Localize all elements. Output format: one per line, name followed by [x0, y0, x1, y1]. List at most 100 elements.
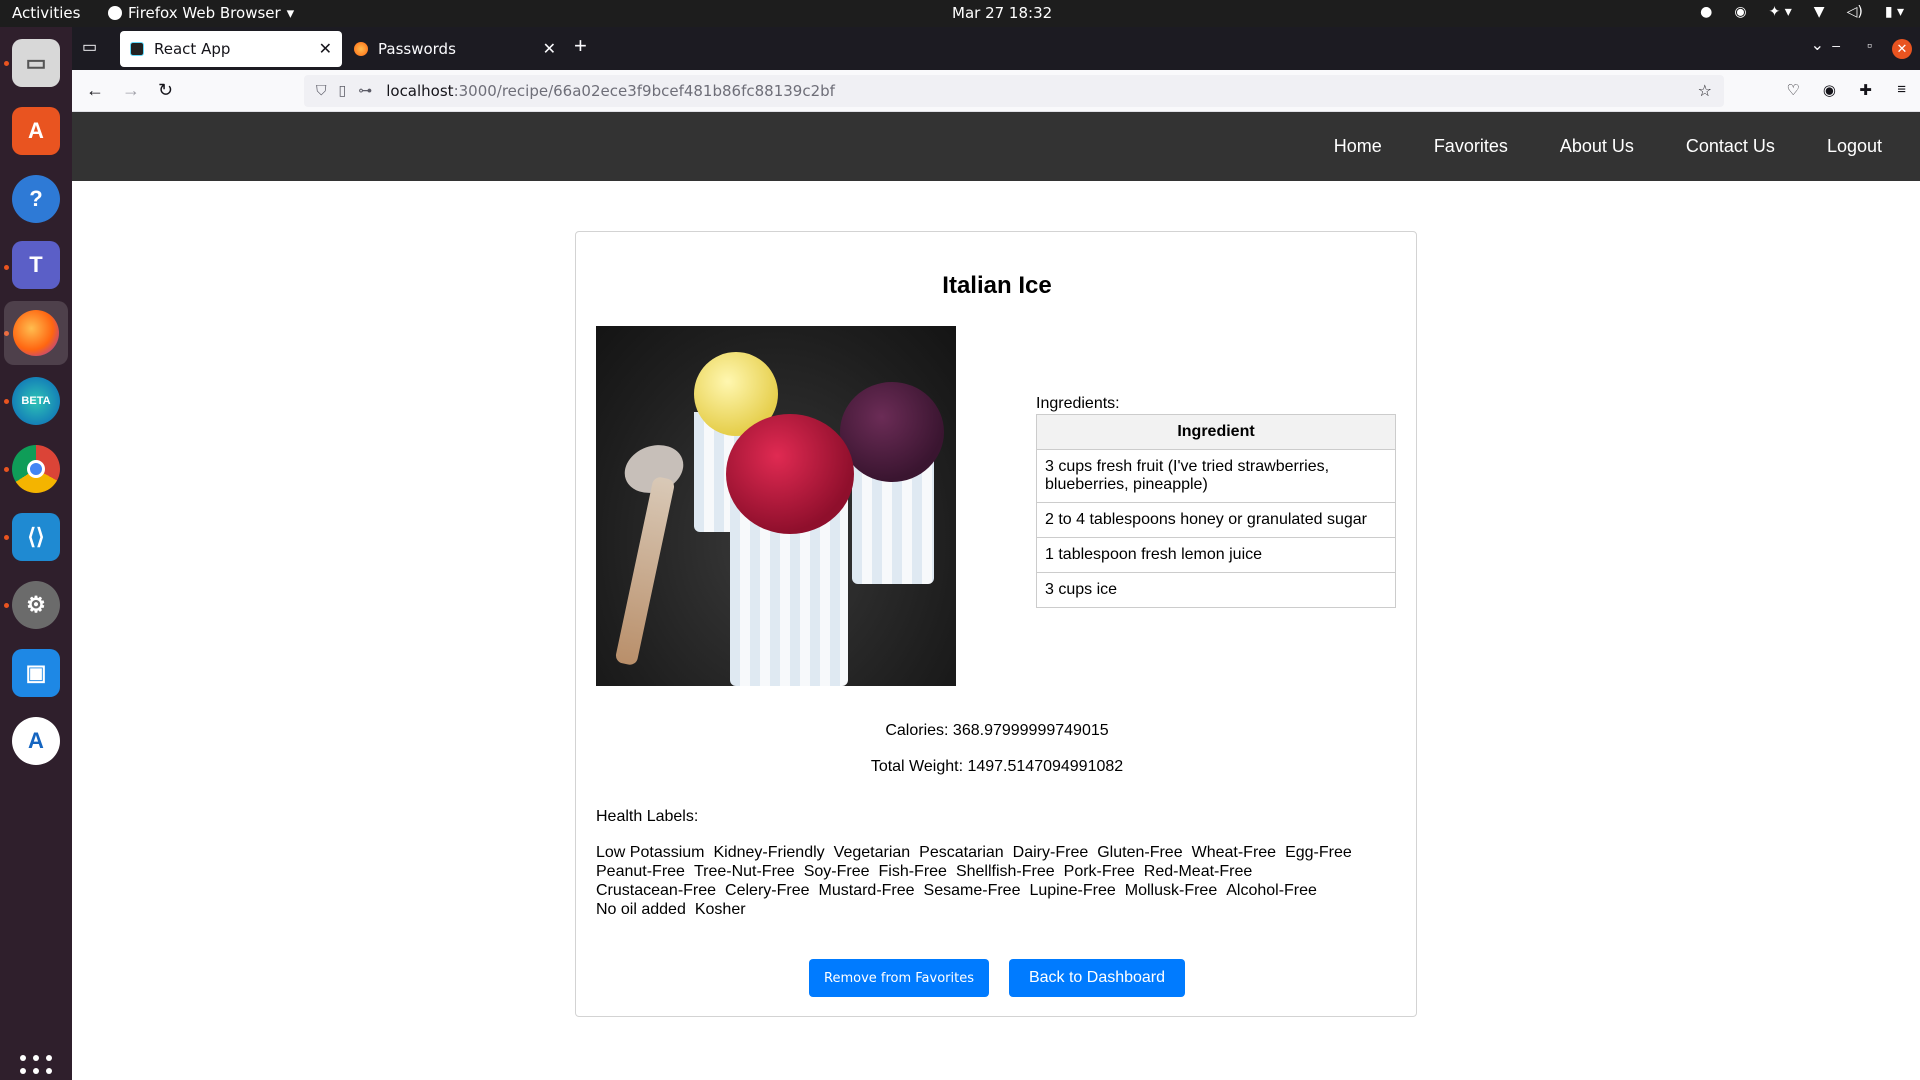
tab-bar: ▭ React App ✕ Passwords ✕ + ⌄ – ▫ ✕: [72, 27, 1920, 70]
spoon-handle-shape: [614, 475, 676, 667]
health-label: Pescatarian: [919, 844, 1004, 861]
clock[interactable]: Mar 27 18:32: [952, 4, 1052, 22]
site-navbar: Home Favorites About Us Contact Us Logou…: [72, 112, 1920, 181]
firefox-view-icon[interactable]: ▭: [82, 37, 102, 57]
battery-icon[interactable]: ▮ ▾: [1885, 4, 1904, 20]
show-apps-icon[interactable]: [20, 1055, 52, 1080]
running-indicator: [4, 265, 9, 270]
firefox-icon: [108, 6, 122, 20]
health-label: Celery-Free: [725, 882, 810, 899]
volume-icon[interactable]: ◁): [1847, 4, 1863, 20]
account-icon[interactable]: ◉: [1823, 81, 1836, 99]
page-icon[interactable]: ▯: [339, 83, 347, 99]
react-favicon-icon: [130, 42, 144, 56]
health-label: Fish-Free: [878, 863, 947, 880]
remote-desktop-icon[interactable]: ▣: [12, 649, 60, 697]
permissions-icon[interactable]: ⊶: [358, 83, 372, 99]
window-close-icon[interactable]: ✕: [1892, 39, 1912, 59]
list-all-tabs-icon[interactable]: ⌄: [1811, 35, 1824, 55]
close-icon[interactable]: ✕: [319, 39, 332, 58]
dock: ▭ A ? T BETA ⟨⟩ ⚙ ▣ A: [0, 27, 72, 1080]
system-top-bar: Activities Firefox Web Browser ▾ Mar 27 …: [0, 0, 1920, 27]
app-menu[interactable]: Firefox Web Browser ▾: [108, 4, 294, 22]
vpn-tray-icon[interactable]: ◉: [1734, 4, 1746, 20]
health-label: Gluten-Free: [1097, 844, 1183, 861]
settings-icon[interactable]: ⚙: [12, 581, 60, 629]
bookmark-star-icon[interactable]: ☆: [1698, 81, 1712, 100]
recipe-title: Italian Ice: [942, 272, 1052, 299]
running-indicator: [4, 467, 9, 472]
health-label: Tree-Nut-Free: [693, 863, 795, 880]
health-label: Pork-Free: [1063, 863, 1135, 880]
url-host: localhost: [386, 82, 454, 100]
health-labels-title: Health Labels:: [596, 808, 699, 825]
running-indicator: [4, 535, 9, 540]
health-label: Crustacean-Free: [596, 882, 717, 899]
files-icon[interactable]: ▭: [12, 39, 60, 87]
teams-icon[interactable]: T: [12, 241, 60, 289]
nav-link-about-us[interactable]: About Us: [1560, 136, 1634, 157]
url-bar[interactable]: ⛉ ▯ ⊶ localhost:3000/recipe/66a02ece3f9b…: [304, 75, 1724, 107]
table-row: 1 tablespoon fresh lemon juice: [1036, 537, 1396, 573]
back-icon[interactable]: ←: [86, 80, 104, 101]
health-label: Mollusk-Free: [1124, 882, 1218, 899]
shield-icon[interactable]: ⛉: [316, 83, 327, 99]
running-indicator: [4, 399, 9, 404]
total-weight-text: Total Weight: 1497.5147094991082: [870, 758, 1124, 775]
teams-tray-icon[interactable]: ●: [1700, 4, 1712, 20]
vscode-icon[interactable]: ⟨⟩: [12, 513, 60, 561]
activities-button[interactable]: Activities: [12, 4, 80, 22]
health-label: Kosher: [694, 901, 746, 918]
ingredients-section: Ingredients: Ingredient 3 cups fresh fru…: [1036, 395, 1396, 608]
table-row: 3 cups ice: [1036, 572, 1396, 608]
back-to-dashboard-button[interactable]: Back to Dashboard: [1009, 959, 1185, 997]
help-icon[interactable]: ?: [12, 175, 60, 223]
nav-link-logout[interactable]: Logout: [1827, 136, 1882, 157]
health-label: Lupine-Free: [1029, 882, 1116, 899]
firefox-favicon-icon: [354, 42, 368, 56]
column-header-ingredient: Ingredient: [1036, 414, 1396, 450]
health-label: No oil added: [596, 901, 686, 918]
maximize-icon[interactable]: ▫: [1867, 37, 1872, 53]
health-label: Vegetarian: [833, 844, 911, 861]
health-label: Dairy-Free: [1012, 844, 1089, 861]
new-tab-icon[interactable]: +: [574, 33, 587, 59]
nav-link-favorites[interactable]: Favorites: [1434, 136, 1508, 157]
chrome-icon[interactable]: [12, 445, 60, 493]
extensions-icon[interactable]: ✚: [1859, 81, 1872, 99]
forward-icon[interactable]: →: [122, 80, 140, 101]
wifi-icon[interactable]: ▼: [1814, 4, 1825, 20]
chevron-down-icon: ▾: [286, 4, 295, 22]
nav-link-contact-us[interactable]: Contact Us: [1686, 136, 1775, 157]
table-row: 2 to 4 tablespoons honey or granulated s…: [1036, 502, 1396, 538]
tab-passwords[interactable]: Passwords ✕: [344, 31, 566, 67]
app-center-icon[interactable]: A: [12, 107, 60, 155]
pocket-icon[interactable]: ♡: [1787, 81, 1800, 99]
ingredients-table: Ingredient 3 cups fresh fruit (I've trie…: [1036, 414, 1396, 608]
accessibility-icon[interactable]: ✦ ▾: [1769, 4, 1792, 20]
tab-react-app[interactable]: React App ✕: [120, 31, 342, 67]
system-tray[interactable]: ● ◉ ✦ ▾ ▼ ◁) ▮ ▾: [1700, 4, 1904, 20]
recipe-card: Italian Ice Ingredients: Ingredient 3 cu…: [575, 231, 1417, 1017]
health-label: Soy-Free: [803, 863, 870, 880]
nav-toolbar: ← → ↻ ⛉ ▯ ⊶ localhost:3000/recipe/66a02e…: [72, 70, 1920, 112]
running-indicator: [4, 61, 9, 66]
nav-link-home[interactable]: Home: [1334, 136, 1382, 157]
close-icon[interactable]: ✕: [543, 39, 556, 58]
recipe-image: [596, 326, 956, 686]
health-label: Sesame-Free: [923, 882, 1021, 899]
edge-beta-icon[interactable]: BETA: [12, 377, 60, 425]
page-content: Home Favorites About Us Contact Us Logou…: [72, 112, 1920, 1080]
app-menu-label: Firefox Web Browser: [128, 4, 281, 22]
strawberry-scoop-shape: [726, 414, 854, 534]
store-icon[interactable]: A: [12, 717, 60, 765]
remove-from-favorites-button[interactable]: Remove from Favorites: [809, 959, 989, 997]
ingredient-cell: 3 cups ice: [1036, 572, 1396, 608]
url-path: :3000/recipe/66a02ece3f9bcef481b86fc8813…: [453, 82, 835, 100]
menu-icon[interactable]: ≡: [1897, 81, 1906, 98]
reload-icon[interactable]: ↻: [158, 80, 173, 101]
firefox-dock-icon[interactable]: [4, 301, 68, 365]
ingredient-cell: 3 cups fresh fruit (I've tried strawberr…: [1036, 449, 1396, 503]
ingredients-caption: Ingredients:: [1036, 395, 1120, 412]
minimize-icon[interactable]: –: [1832, 37, 1840, 53]
